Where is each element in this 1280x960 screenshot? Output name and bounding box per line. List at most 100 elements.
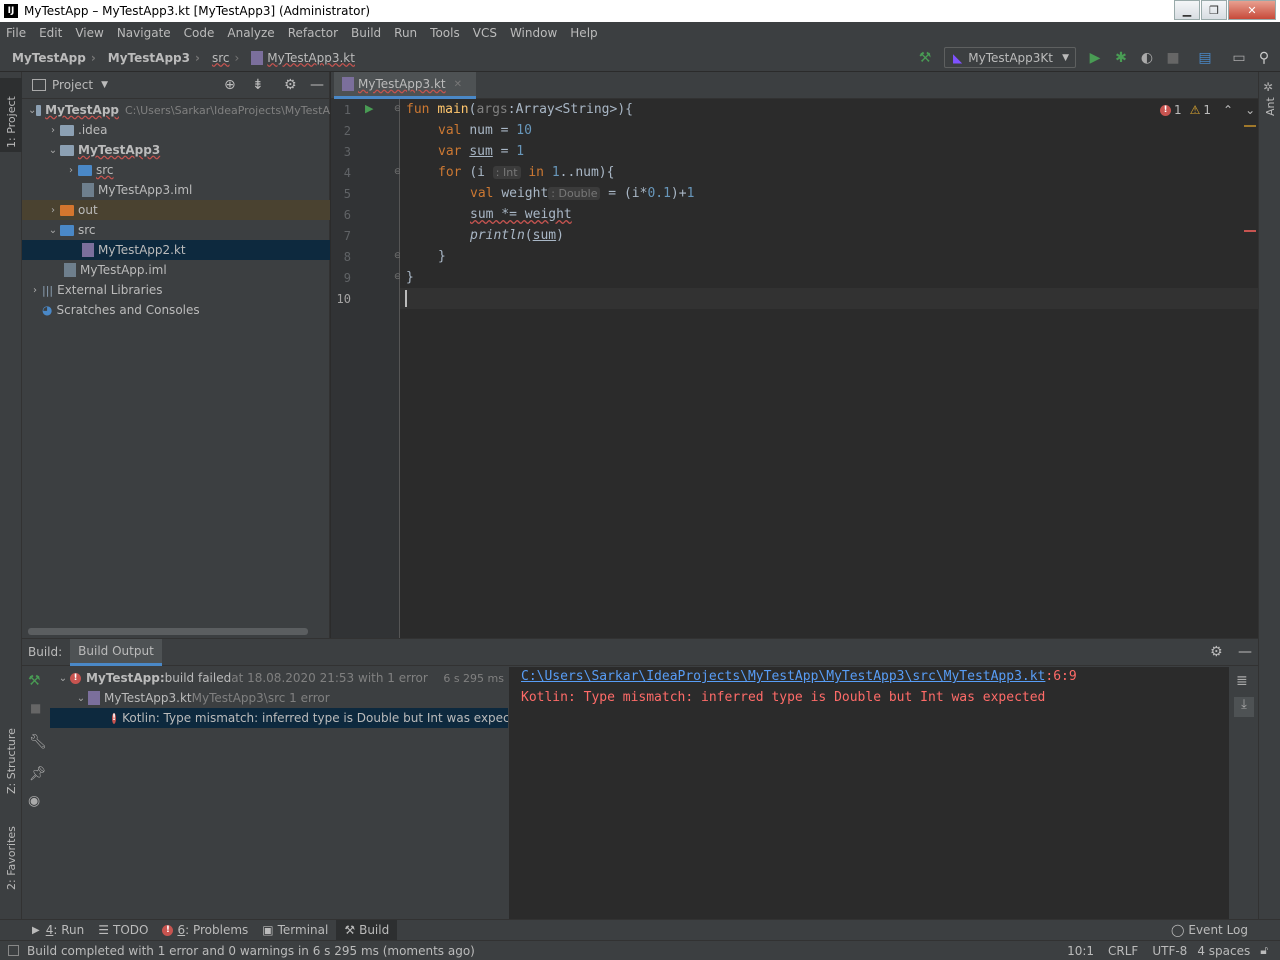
menu-analyze[interactable]: Analyze bbox=[227, 26, 274, 40]
favorites-tool-tab[interactable]: 2: Favorites bbox=[5, 826, 18, 890]
tree-item-scratches[interactable]: ◕ Scratches and Consoles bbox=[22, 300, 330, 320]
debug-bug-icon[interactable]: ✱ bbox=[1112, 49, 1130, 67]
wrench-icon[interactable]: 🔧︎ bbox=[29, 734, 47, 750]
structure-tool-tab[interactable]: Z: Structure bbox=[5, 728, 18, 794]
build-hammer-icon[interactable]: ⚒ bbox=[916, 49, 934, 67]
hide-panel-icon[interactable]: — bbox=[1238, 644, 1252, 660]
kotlin-file-icon bbox=[251, 50, 264, 65]
tab-problems[interactable]: ! 6: Problems bbox=[162, 923, 248, 937]
chevron-down-icon[interactable]: ▼ bbox=[101, 80, 108, 90]
tab-build-output[interactable]: Build Output bbox=[70, 638, 162, 666]
minimize-button[interactable]: ▁ bbox=[1174, 0, 1200, 20]
horizontal-scrollbar[interactable] bbox=[28, 628, 308, 635]
todo-tab-label: TODO bbox=[112, 923, 149, 937]
build-tree-file[interactable]: ⌄ MyTestApp3.kt MyTestApp3\src 1 error bbox=[50, 688, 508, 708]
project-tool-tab[interactable]: 1: Project bbox=[0, 78, 22, 152]
tree-item-src-root[interactable]: ⌄ src bbox=[22, 220, 330, 240]
tree-item-mytestapp3[interactable]: ⌄ MyTestApp3 bbox=[22, 140, 330, 160]
code-token: main bbox=[437, 102, 469, 117]
menu-refactor[interactable]: Refactor bbox=[288, 26, 338, 40]
warning-stripe-marker[interactable] bbox=[1244, 125, 1256, 127]
previous-highlight-icon[interactable]: ⌃ bbox=[1223, 103, 1233, 117]
tree-item-mytestapp2-kt[interactable]: MyTestApp2.kt bbox=[22, 240, 330, 260]
stop-icon[interactable]: ■ bbox=[30, 701, 41, 715]
menu-edit[interactable]: Edit bbox=[39, 26, 62, 40]
stop-icon[interactable]: ■ bbox=[1164, 49, 1182, 67]
build-tree-root[interactable]: ⌄ ! MyTestApp: build failed at 18.08.202… bbox=[50, 668, 508, 688]
menu-help[interactable]: Help bbox=[570, 26, 597, 40]
next-highlight-icon[interactable]: ⌄ bbox=[1245, 103, 1255, 117]
build-tree-error[interactable]: ! Kotlin: Type mismatch: inferred type i… bbox=[50, 708, 508, 728]
tab-todo[interactable]: ☰ TODO bbox=[98, 923, 148, 937]
menu-file[interactable]: File bbox=[6, 26, 26, 40]
tab-build[interactable]: ⚒ Build bbox=[336, 920, 398, 940]
menu-code[interactable]: Code bbox=[184, 26, 215, 40]
output-file-link[interactable]: C:\Users\Sarkar\IdeaProjects\MyTestApp\M… bbox=[521, 669, 1045, 684]
breadcrumb-file[interactable]: MyTestApp3.kt bbox=[251, 50, 355, 65]
menu-build[interactable]: Build bbox=[351, 26, 381, 40]
breadcrumb-src[interactable]: src › bbox=[212, 51, 239, 65]
tab-run[interactable]: ▶ 4: Run bbox=[32, 923, 84, 937]
menu-run[interactable]: Run bbox=[394, 26, 417, 40]
tree-item-mytestapp[interactable]: ⌄ MyTestApp C:\Users\Sarkar\IdeaProjects… bbox=[22, 100, 330, 120]
file-encoding[interactable]: UTF-8 bbox=[1152, 944, 1187, 958]
run-gutter-icon[interactable]: ▶ bbox=[365, 102, 373, 115]
tab-mytestapp3-kt[interactable]: MyTestApp3.kt ✕ bbox=[334, 72, 477, 99]
tab-event-log[interactable]: ◯ Event Log bbox=[1171, 923, 1248, 937]
build-hammer-icon[interactable]: ⚒ bbox=[28, 673, 41, 689]
tree-item-src[interactable]: › src bbox=[22, 160, 330, 180]
close-tab-icon[interactable]: ✕ bbox=[454, 79, 462, 90]
folder-icon bbox=[60, 124, 74, 136]
code-token: = bbox=[492, 123, 517, 138]
close-window-button[interactable]: ✕ bbox=[1228, 0, 1276, 20]
line-number: 10 bbox=[336, 292, 351, 306]
menu-view[interactable]: View bbox=[75, 26, 103, 40]
breadcrumb-module[interactable]: MyTestApp3 › bbox=[108, 51, 200, 65]
breadcrumb-project[interactable]: MyTestApp › bbox=[12, 51, 96, 65]
error-stripe-marker[interactable] bbox=[1244, 230, 1256, 232]
title-bar: IJ MyTestApp – MyTestApp3.kt [MyTestApp3… bbox=[0, 0, 1280, 22]
pin-icon[interactable]: 📌︎ bbox=[29, 766, 47, 782]
output-position: :6:9 bbox=[1045, 669, 1077, 684]
ant-tool-tab[interactable]: Ant bbox=[1264, 97, 1277, 116]
tree-item-mytestapp-iml[interactable]: MyTestApp.iml bbox=[22, 260, 330, 280]
locate-target-icon[interactable]: ⊕ bbox=[224, 77, 236, 93]
tree-item-external-libraries[interactable]: › ||| External Libraries bbox=[22, 280, 330, 300]
scroll-to-end-icon[interactable]: ⤓ bbox=[1234, 697, 1254, 717]
line-separator[interactable]: CRLF bbox=[1108, 944, 1138, 958]
indent-setting[interactable]: 4 spaces bbox=[1197, 944, 1250, 958]
gear-icon[interactable]: ⚙ bbox=[1210, 644, 1223, 660]
tab-terminal[interactable]: ▣ Terminal bbox=[262, 923, 328, 937]
window-layout-icon[interactable]: ▭ bbox=[1230, 49, 1248, 67]
menu-navigate[interactable]: Navigate bbox=[117, 26, 171, 40]
eye-icon[interactable]: ◉ bbox=[28, 793, 40, 809]
menu-vcs[interactable]: VCS bbox=[473, 26, 497, 40]
tree-item-mytestapp3-iml[interactable]: MyTestApp3.iml bbox=[22, 180, 330, 200]
tool-windows-toggle-icon[interactable] bbox=[8, 945, 19, 956]
coverage-icon[interactable]: ◐ bbox=[1138, 49, 1156, 67]
run-configuration-selector[interactable]: ◣ MyTestApp3Kt ▼ bbox=[944, 47, 1076, 68]
menu-tools[interactable]: Tools bbox=[430, 26, 460, 40]
code-token: println bbox=[470, 228, 525, 243]
breadcrumb-project-label: MyTestApp bbox=[12, 50, 86, 65]
project-structure-icon[interactable]: ▤ bbox=[1196, 49, 1214, 67]
caret-position[interactable]: 10:1 bbox=[1067, 944, 1094, 958]
soft-wrap-icon[interactable]: ≣ bbox=[1236, 673, 1248, 689]
lock-icon[interactable]: 🔓︎ bbox=[1260, 943, 1268, 958]
project-view-title[interactable]: Project bbox=[52, 78, 93, 92]
status-message[interactable]: Build completed with 1 error and 0 warni… bbox=[27, 944, 475, 958]
chevron-right-icon: › bbox=[51, 204, 55, 216]
editor-gutter: 1 2 3 4 5 6 7 8 9 10 ▶ ⊖ ⊖ ⊖ ⊖ bbox=[331, 99, 402, 638]
hide-panel-icon[interactable]: — bbox=[310, 77, 324, 93]
inspection-widget[interactable]: ! 1 ⚠ 1 ⌃ ⌄ bbox=[1160, 103, 1255, 117]
tree-item-idea[interactable]: › .idea bbox=[22, 120, 330, 140]
run-icon[interactable]: ▶ bbox=[1086, 49, 1104, 67]
tree-item-out[interactable]: › out bbox=[22, 200, 330, 220]
menu-window[interactable]: Window bbox=[510, 26, 557, 40]
build-output-console[interactable]: C:\Users\Sarkar\IdeaProjects\MyTestApp\M… bbox=[509, 667, 1229, 920]
code-editor[interactable]: fun main(args:Array<String>){ val num = … bbox=[400, 99, 1258, 638]
maximize-button[interactable]: ❐ bbox=[1201, 0, 1227, 20]
collapse-all-icon[interactable]: ⇟ bbox=[252, 77, 264, 93]
search-icon[interactable]: ⚲ bbox=[1255, 49, 1273, 67]
gear-icon[interactable]: ⚙ bbox=[284, 77, 297, 93]
